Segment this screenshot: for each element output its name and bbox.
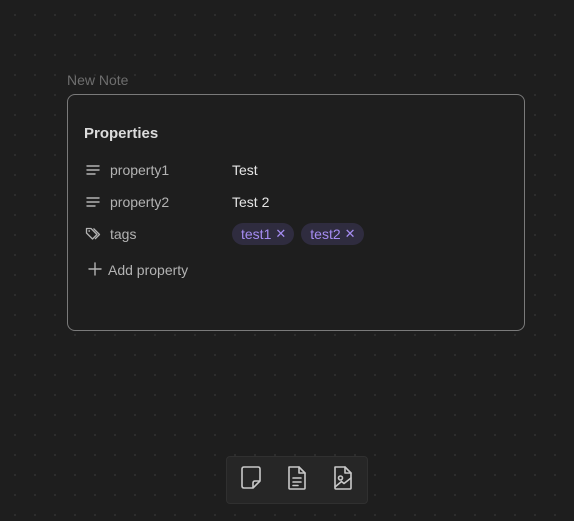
remove-tag-icon[interactable]: ✕: [345, 226, 356, 242]
node-label[interactable]: New Note: [67, 72, 128, 88]
new-card-button[interactable]: [237, 464, 265, 496]
tag-list: test1 ✕ test2 ✕: [232, 223, 371, 245]
canvas-toolbar: [226, 456, 368, 504]
blank-note-icon: [237, 464, 265, 497]
tag-pill[interactable]: test1 ✕: [232, 223, 295, 245]
add-media-button[interactable]: [329, 464, 357, 496]
property-key[interactable]: property2: [110, 194, 232, 210]
text-lines-icon[interactable]: [84, 193, 102, 211]
tag-pill[interactable]: test2 ✕: [301, 223, 364, 245]
add-note-button[interactable]: [283, 464, 311, 496]
add-property-button[interactable]: Add property: [88, 259, 188, 281]
property-value[interactable]: Test 2: [232, 194, 269, 210]
property-value[interactable]: Test: [232, 162, 258, 178]
file-text-icon: [283, 464, 311, 497]
property-key[interactable]: property1: [110, 162, 232, 178]
note-card[interactable]: Properties property1 Test property2 Test…: [67, 94, 525, 331]
add-property-label: Add property: [108, 262, 189, 278]
property-row: property2 Test 2: [84, 190, 504, 214]
property-row: property1 Test: [84, 158, 504, 182]
property-key[interactable]: tags: [110, 226, 232, 242]
tags-icon[interactable]: [84, 225, 102, 243]
image-file-icon: [329, 464, 357, 497]
canvas[interactable]: New Note Properties property1 Test prope…: [0, 0, 574, 521]
text-lines-icon[interactable]: [84, 161, 102, 179]
tag-label: test2: [310, 226, 341, 242]
tag-label: test1: [241, 226, 272, 242]
property-row: tags test1 ✕ test2 ✕: [84, 222, 504, 246]
properties-heading: Properties: [84, 125, 159, 142]
remove-tag-icon[interactable]: ✕: [275, 226, 286, 242]
plus-icon: [88, 261, 102, 279]
